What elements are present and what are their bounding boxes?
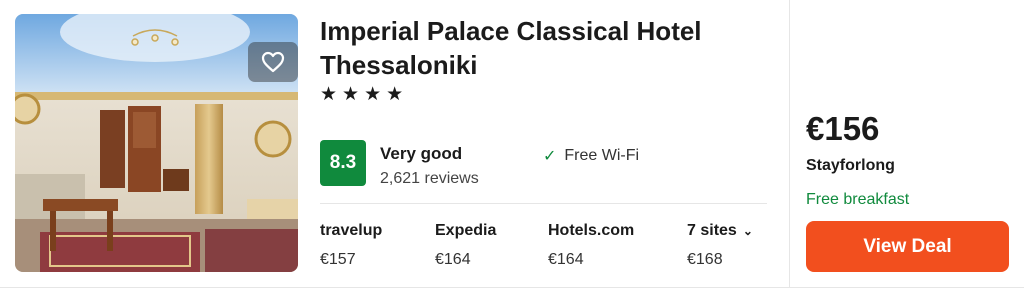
- deal-price: €156: [806, 110, 880, 147]
- provider-item[interactable]: Hotels.com €164: [548, 221, 634, 269]
- rating-summary[interactable]: Very good 2,621 reviews: [380, 144, 479, 188]
- provider-price-list: travelup €157 Expedia €164 Hotels.com €1…: [320, 221, 770, 277]
- provider-price: €164: [435, 251, 471, 268]
- provider-price: €164: [548, 251, 584, 268]
- deal-site: Stayforlong: [806, 157, 895, 174]
- hotel-result-card: Imperial Palace Classical Hotel Thessalo…: [0, 0, 1024, 288]
- hotel-photo[interactable]: [15, 14, 298, 272]
- more-sites-label: 7 sites ⌄: [687, 221, 753, 241]
- view-deal-button[interactable]: View Deal: [806, 221, 1009, 272]
- provider-item[interactable]: travelup €157: [320, 221, 382, 269]
- chevron-down-icon: ⌄: [742, 224, 753, 238]
- divider: [320, 203, 767, 204]
- star-rating: ★★★★: [320, 84, 409, 105]
- provider-name: travelup: [320, 222, 383, 239]
- rating-score-badge: 8.3: [320, 140, 366, 186]
- provider-name: Hotels.com: [548, 222, 635, 239]
- favorite-button[interactable]: [248, 42, 298, 82]
- provider-name: Expedia: [435, 222, 497, 239]
- heart-icon: [261, 51, 285, 73]
- column-divider: [789, 0, 790, 288]
- amenity-item: ✓ Free Wi-Fi: [543, 146, 639, 166]
- provider-price: €168: [687, 251, 723, 268]
- rating-label: Very good: [380, 144, 463, 163]
- provider-price: €157: [320, 251, 356, 268]
- more-sites-count: 7 sites: [687, 222, 737, 239]
- hotel-name[interactable]: Imperial Palace Classical Hotel Thessalo…: [320, 14, 770, 82]
- more-sites-dropdown[interactable]: 7 sites ⌄ €168: [687, 221, 753, 269]
- amenity-label: Free Wi-Fi: [564, 147, 640, 164]
- provider-item[interactable]: Expedia €164: [435, 221, 496, 269]
- checkmark-icon: ✓: [543, 148, 557, 165]
- deal-perk: Free breakfast: [806, 191, 910, 208]
- review-count: 2,621 reviews: [380, 170, 479, 187]
